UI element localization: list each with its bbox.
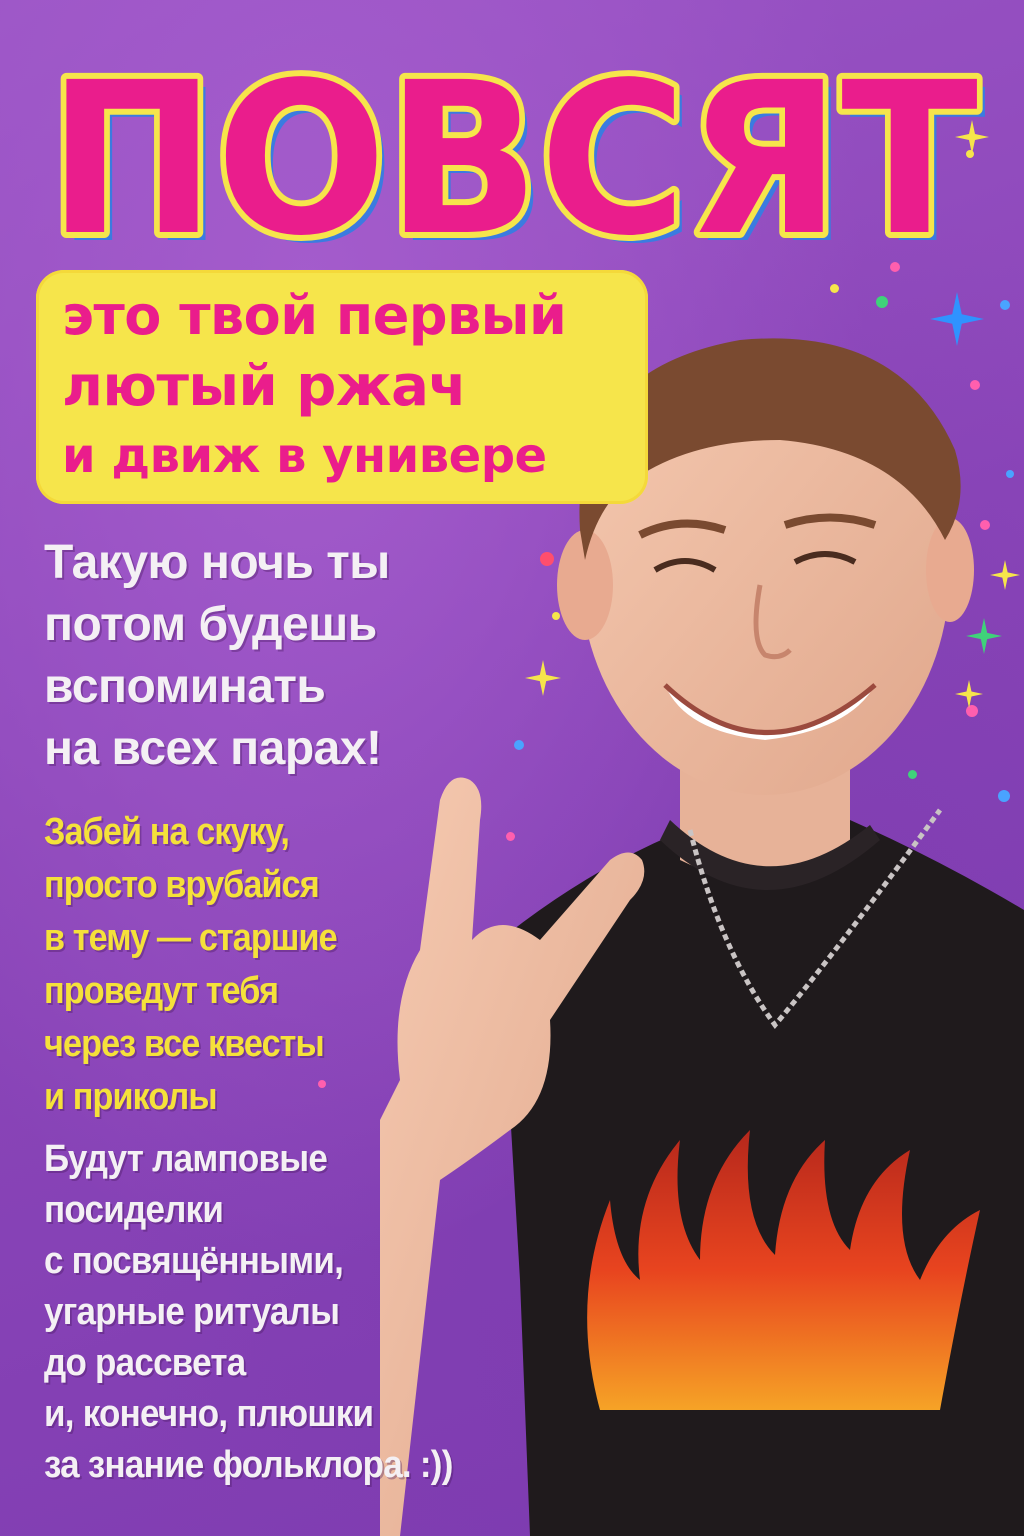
middle-text: Забей на скуку, просто врубайся в тему —… bbox=[44, 806, 338, 1124]
middle-line: проведут тебя bbox=[44, 970, 279, 1012]
intro-line: вспоминать bbox=[44, 660, 326, 713]
closing-text: Будут ламповые посиделки с посвящёнными,… bbox=[44, 1134, 453, 1491]
subtitle-box: это твой первый лютый ржач и движ в унив… bbox=[36, 270, 648, 504]
closing-line: за знание фольклора. :)) bbox=[44, 1444, 453, 1486]
intro-line: на всех парах! bbox=[44, 722, 382, 775]
closing-line: посиделки bbox=[44, 1189, 224, 1231]
poster: ПОВСЯТ ПОВСЯТ это твой первый лютый ржач… bbox=[0, 0, 1024, 1536]
closing-line: с посвящёнными, bbox=[44, 1240, 344, 1282]
closing-line: и, конечно, плюшки bbox=[44, 1393, 374, 1435]
intro-line: потом будешь bbox=[44, 598, 377, 651]
middle-line: просто врубайся bbox=[44, 864, 320, 906]
intro-line: Такую ночь ты bbox=[44, 536, 390, 589]
subtitle-line-1: это твой первый bbox=[62, 284, 567, 347]
middle-line: Забей на скуку, bbox=[44, 811, 290, 853]
subtitle-line-3: и движ в универе bbox=[62, 428, 547, 484]
middle-line: в тему — старшие bbox=[44, 917, 338, 959]
middle-line: через все квесты bbox=[44, 1023, 325, 1065]
svg-text:ПОВСЯТ: ПОВСЯТ bbox=[48, 44, 978, 264]
subtitle-line-2: лютый ржач bbox=[62, 354, 467, 419]
intro-text: Такую ночь ты потом будешь вспоминать на… bbox=[44, 532, 390, 780]
middle-line: и приколы bbox=[44, 1076, 218, 1118]
closing-line: до рассвета bbox=[44, 1342, 246, 1384]
poster-title: ПОВСЯТ ПОВСЯТ bbox=[28, 44, 998, 264]
closing-line: Будут ламповые bbox=[44, 1138, 328, 1180]
closing-line: угарные ритуалы bbox=[44, 1291, 340, 1333]
